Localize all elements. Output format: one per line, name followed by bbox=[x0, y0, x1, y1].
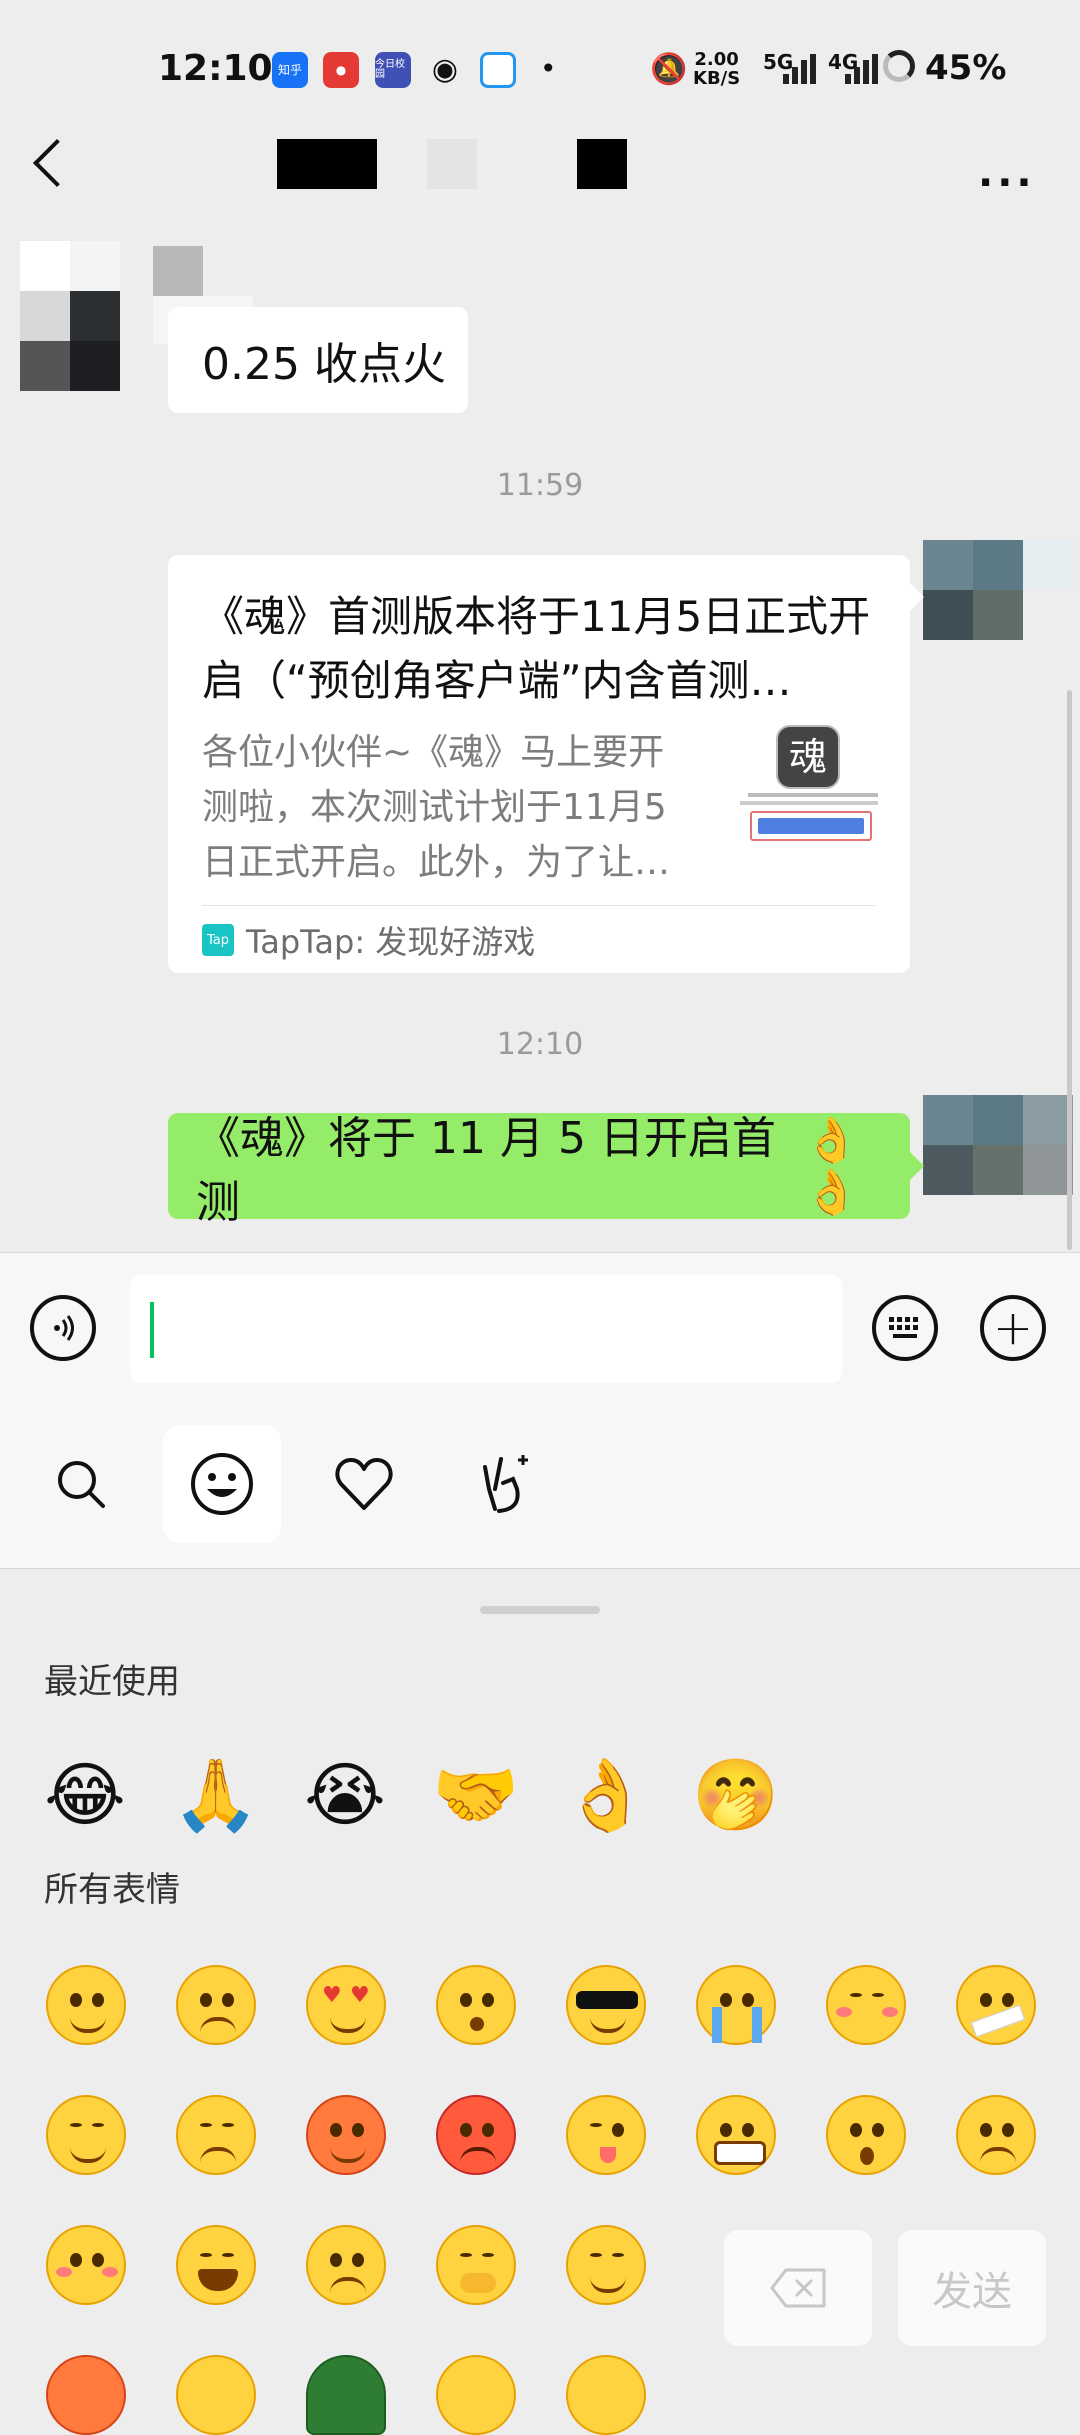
net-speed: 2.00 KB/S bbox=[693, 50, 740, 88]
bubble-tail bbox=[910, 583, 924, 611]
sent-message-bubble[interactable]: 《魂》将于 11 月 5 日开启首测 👌👌 bbox=[168, 1113, 910, 1228]
app-icon: ● bbox=[323, 52, 359, 88]
redacted-nickname bbox=[153, 246, 203, 296]
plus-icon[interactable]: + bbox=[980, 1295, 1046, 1361]
browser-icon bbox=[480, 52, 516, 88]
message-text: 0.25 收点火 bbox=[202, 339, 446, 390]
backspace-icon bbox=[770, 2268, 826, 2308]
message-timestamp: 12:10 bbox=[496, 1027, 584, 1062]
signal-bars-icon-2 bbox=[845, 54, 879, 84]
redacted-title bbox=[277, 139, 377, 189]
wechat-icon: ◉ bbox=[431, 52, 459, 87]
heart-eyes-face-icon[interactable]: ♥ ♥ bbox=[306, 1965, 386, 2045]
sweat-face-icon[interactable] bbox=[306, 2095, 386, 2175]
blush-smile-face-icon[interactable] bbox=[566, 2225, 646, 2305]
text-cursor bbox=[150, 1302, 154, 1358]
recent-emoji[interactable]: 🤭 bbox=[692, 1752, 779, 1838]
net-speed-unit: KB/S bbox=[693, 68, 741, 89]
game-logo-icon: 魂 bbox=[776, 725, 840, 789]
chat-header bbox=[0, 120, 1080, 230]
send-button[interactable]: 发送 bbox=[898, 2230, 1046, 2346]
bubble-tail bbox=[910, 1152, 924, 1180]
card-description: 各位小伙伴~《魂》马上要开测啦，本次测试计划于11月5日正式开启。此外，为了让… bbox=[202, 732, 671, 883]
recent-emoji[interactable]: 🙏 bbox=[172, 1752, 259, 1838]
card-source-label: TapTap: 发现好游戏 bbox=[246, 923, 536, 961]
tab-emoji[interactable] bbox=[163, 1425, 281, 1543]
wink-tongue-face-icon[interactable] bbox=[566, 2095, 646, 2175]
message-input[interactable] bbox=[130, 1275, 842, 1383]
embarrassed-face-icon[interactable] bbox=[46, 2225, 126, 2305]
card-thumbnail: 魂 bbox=[738, 725, 878, 845]
notification-dot-icon: • bbox=[540, 52, 557, 85]
link-card[interactable]: 《魂》首测版本将于11月5日正式开启（“预创角客户端”内含首测… 各位小伙伴~《… bbox=[168, 555, 910, 973]
hand-over-mouth-face-icon[interactable] bbox=[436, 2225, 516, 2305]
bell-muted-icon: 🔕 bbox=[650, 52, 688, 87]
battery-percent: 45% bbox=[925, 48, 1007, 88]
worried-face-icon[interactable] bbox=[306, 2225, 386, 2305]
card-source: Tap TapTap: 发现好游戏 bbox=[202, 917, 535, 963]
backspace-button[interactable] bbox=[724, 2230, 872, 2346]
all-emoji-section-title: 所有表情 bbox=[44, 1870, 180, 1910]
sleepy-face-icon[interactable] bbox=[46, 2095, 126, 2175]
recent-emoji[interactable]: 🤝 bbox=[432, 1752, 519, 1838]
search-icon bbox=[58, 1461, 105, 1508]
question-face-icon[interactable] bbox=[566, 2355, 646, 2435]
smiley-icon bbox=[191, 1453, 253, 1515]
redacted-title bbox=[577, 139, 627, 189]
recent-emoji[interactable]: 😂 bbox=[42, 1752, 128, 1838]
partial-emoji-icon[interactable] bbox=[176, 2355, 256, 2435]
recent-emoji[interactable]: 😭 bbox=[302, 1752, 388, 1838]
status-bar: 12:10 知乎 ● 今日校园 ◉ • 🔕 2.00 KB/S 5G 4G 45… bbox=[0, 0, 1080, 140]
status-time: 12:10 bbox=[158, 48, 273, 89]
net-speed-value: 2.00 bbox=[694, 49, 739, 70]
tab-favorites[interactable] bbox=[305, 1425, 423, 1543]
scrollbar[interactable] bbox=[1067, 690, 1072, 1250]
signal-bars-icon bbox=[783, 54, 817, 84]
grimace-face-icon[interactable] bbox=[176, 1965, 256, 2045]
crying-face-icon[interactable] bbox=[696, 1965, 776, 2045]
message-bubble[interactable]: 0.25 收点火 bbox=[168, 307, 468, 413]
laugh-cry-face-icon[interactable] bbox=[176, 2225, 256, 2305]
partial-emoji-icon[interactable] bbox=[436, 2355, 516, 2435]
message-timestamp: 11:59 bbox=[496, 468, 584, 503]
ok-hand-emoji: 👌👌 bbox=[804, 1115, 860, 1218]
shy-face-icon[interactable] bbox=[826, 1965, 906, 2045]
battery-icon bbox=[883, 50, 915, 82]
sunglasses-face-icon[interactable] bbox=[566, 1965, 646, 2045]
surprised-face-icon[interactable] bbox=[826, 2095, 906, 2175]
recent-section-title: 最近使用 bbox=[44, 1662, 180, 1702]
recent-emoji[interactable]: 👌 bbox=[562, 1752, 649, 1838]
grin-face-icon[interactable] bbox=[696, 2095, 776, 2175]
redacted-title bbox=[427, 139, 477, 189]
campus-app-icon: 今日校园 bbox=[375, 52, 411, 88]
panel-drag-handle[interactable] bbox=[480, 1606, 600, 1614]
message-text: 《魂》将于 11 月 5 日开启首测 bbox=[196, 1113, 776, 1228]
squint-cry-face-icon[interactable] bbox=[176, 2095, 256, 2175]
tab-gesture[interactable] bbox=[446, 1425, 564, 1543]
keyboard-icon[interactable] bbox=[872, 1295, 938, 1361]
voice-icon[interactable] bbox=[30, 1295, 96, 1361]
card-divider bbox=[202, 905, 876, 906]
mouth-taped-face-icon[interactable] bbox=[956, 1965, 1036, 2045]
tab-search[interactable] bbox=[22, 1425, 140, 1543]
helmet-emoji-icon[interactable] bbox=[306, 2355, 386, 2435]
card-title: 《魂》首测版本将于11月5日正式开启（“预创角客户端”内含首测… bbox=[202, 592, 871, 705]
zhihu-app-icon: 知乎 bbox=[272, 52, 308, 88]
heart-icon bbox=[335, 1458, 393, 1510]
smile-face-icon[interactable] bbox=[46, 1965, 126, 2045]
more-dots-icon[interactable]: ··· bbox=[978, 160, 1036, 206]
sad-face-icon[interactable] bbox=[956, 2095, 1036, 2175]
send-label: 发送 bbox=[932, 2269, 1012, 2315]
partial-emoji-icon[interactable] bbox=[46, 2355, 126, 2435]
angry-face-icon[interactable] bbox=[436, 2095, 516, 2175]
gesture-icon bbox=[483, 1455, 528, 1513]
shocked-face-icon[interactable] bbox=[436, 1965, 516, 2045]
taptap-logo-icon: Tap bbox=[202, 924, 234, 956]
